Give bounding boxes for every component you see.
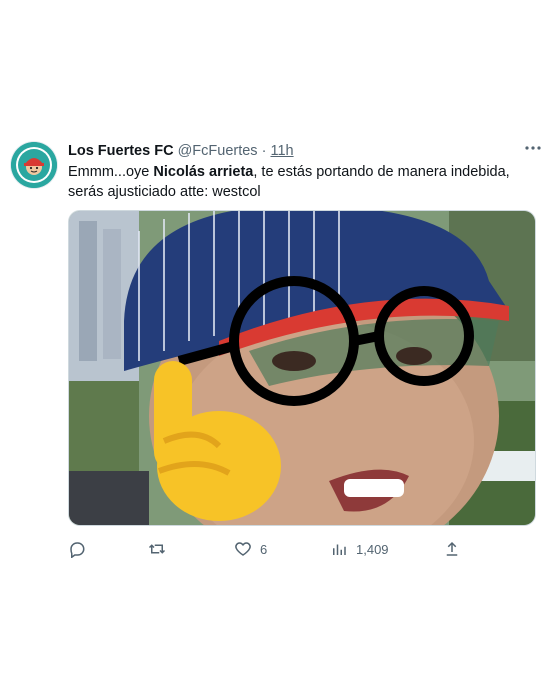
tweet-text-prefix: Emmm...oye xyxy=(68,164,154,180)
ellipsis-icon xyxy=(525,146,541,150)
views-button[interactable]: 1,409 xyxy=(330,536,389,562)
retweet-icon xyxy=(148,544,166,554)
heart-icon xyxy=(235,542,251,556)
more-options-button[interactable] xyxy=(522,138,544,158)
timestamp[interactable]: 11h xyxy=(270,143,293,159)
like-button[interactable]: 6 xyxy=(234,536,267,562)
display-name[interactable]: Los Fuertes FC xyxy=(68,143,174,159)
tweet-header: Los Fuertes FC @FcFuertes · 11h xyxy=(68,141,520,161)
reply-icon xyxy=(70,542,85,558)
views-count: 1,409 xyxy=(356,541,389,557)
like-count: 6 xyxy=(260,541,268,557)
reply-button[interactable] xyxy=(68,536,94,562)
bar-chart-icon xyxy=(333,544,346,555)
tweet-mention: Nicolás arrieta xyxy=(153,164,254,180)
separator: · xyxy=(261,143,267,159)
retweet-button[interactable] xyxy=(148,536,174,562)
photo-image xyxy=(69,211,535,525)
tweet-card[interactable]: Los Fuertes FC @FcFuertes · 11h Emmm...o… xyxy=(0,130,560,570)
tweet-media[interactable] xyxy=(68,210,536,526)
handle[interactable]: @FcFuertes xyxy=(178,143,258,159)
share-icon xyxy=(446,541,458,556)
tweet-text: Emmm...oye Nicolás arrieta, te estás por… xyxy=(68,162,538,202)
fc-logo-icon xyxy=(11,142,57,188)
avatar[interactable] xyxy=(11,142,57,188)
tweet-actions: 6 1,409 xyxy=(68,536,468,562)
share-button[interactable] xyxy=(443,536,461,562)
